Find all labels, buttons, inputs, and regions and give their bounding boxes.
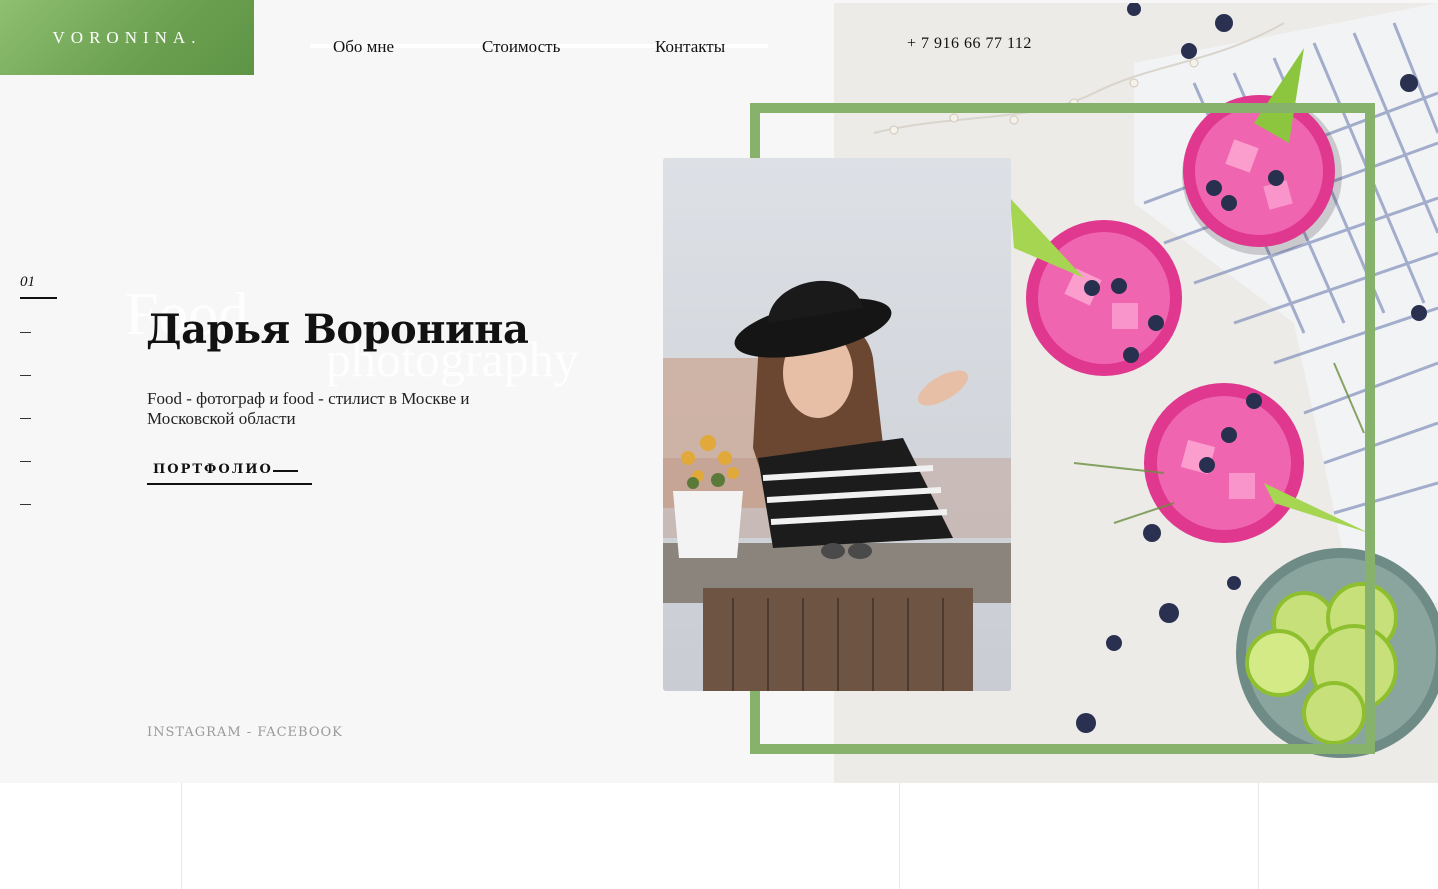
social-links: INSTAGRAM - FACEBOOK	[147, 725, 343, 740]
instagram-link[interactable]: INSTAGRAM	[147, 725, 242, 740]
column-divider	[1258, 783, 1259, 889]
pager-dash[interactable]	[20, 375, 31, 376]
pager-dash[interactable]	[20, 504, 31, 505]
phone-number[interactable]: + 7 916 66 77 112	[907, 35, 1032, 53]
pager-current[interactable]: 01	[20, 274, 57, 299]
pager-dash[interactable]	[20, 418, 31, 419]
slide-pager: 01	[20, 274, 57, 505]
pager-dash[interactable]	[20, 461, 31, 462]
arrow-line-icon	[273, 470, 298, 472]
portfolio-button-label: ПОРТФОЛИО	[153, 462, 273, 477]
logo-text: VORONINA.	[52, 27, 202, 47]
page-title: Дарья Воронина	[146, 306, 529, 353]
column-divider	[181, 783, 182, 889]
portrait-photo	[663, 158, 1011, 691]
nav-contacts[interactable]: Контакты	[655, 37, 725, 57]
hero-subtitle: Food - фотограф и food - стилист в Москв…	[147, 389, 470, 428]
nav-pricing[interactable]: Стоимость	[482, 37, 560, 57]
column-divider	[899, 783, 900, 889]
logo[interactable]: VORONINA.	[0, 0, 254, 75]
portfolio-button[interactable]: ПОРТФОЛИО	[147, 460, 312, 485]
facebook-link[interactable]: FACEBOOK	[257, 725, 343, 740]
nav-about[interactable]: Обо мне	[333, 37, 394, 57]
social-separator: -	[241, 725, 258, 740]
pager-dash[interactable]	[20, 332, 31, 333]
